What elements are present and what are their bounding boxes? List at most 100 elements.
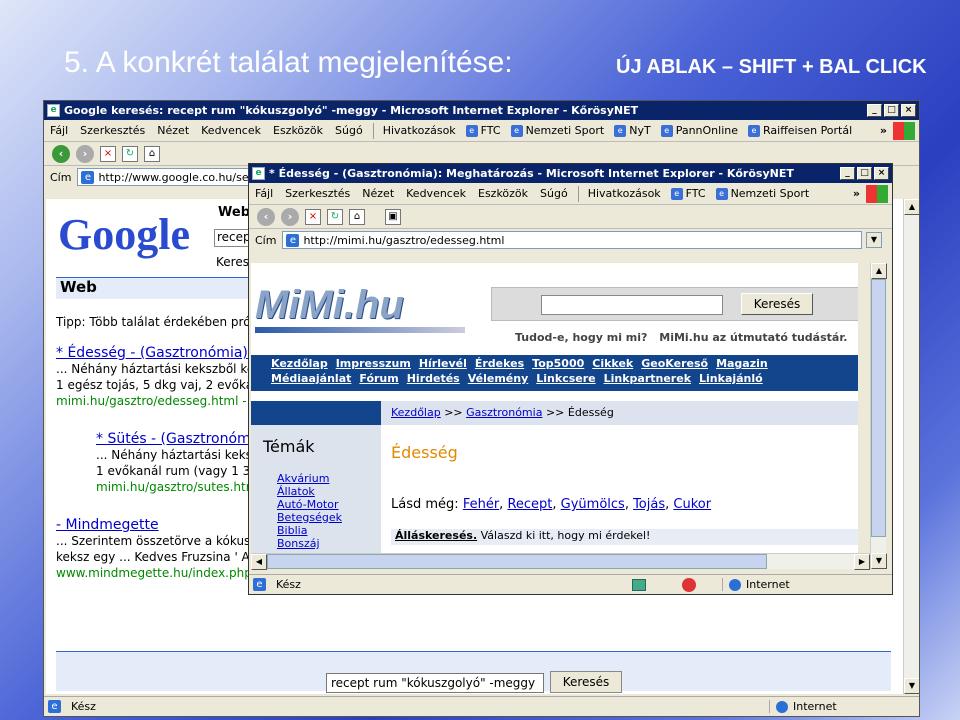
link-nemzeti-sport[interactable]: e Nemzeti Sport <box>506 124 610 137</box>
result-1: * Édesség - (Gasztronómia) ... Néhány há… <box>56 345 258 409</box>
front-vertical-scrollbar[interactable]: ▲ ▼ <box>870 263 887 569</box>
scroll-down-arrow-icon[interactable]: ▼ <box>904 678 919 694</box>
see-also-link[interactable]: Tojás <box>633 497 665 512</box>
maximize-button[interactable]: □ <box>857 167 872 180</box>
forward-arrow-icon[interactable]: › <box>76 144 94 163</box>
nav-link[interactable]: GeoKereső <box>641 357 708 370</box>
result-title-link[interactable]: - Mindmegette <box>56 517 258 533</box>
back-title-bar[interactable]: e Google keresés: recept rum "kókuszgoly… <box>44 101 919 120</box>
close-button[interactable]: × <box>874 167 889 180</box>
breadcrumb-link[interactable]: Gasztronómia <box>466 406 542 419</box>
ie-window-icon: e <box>47 104 60 117</box>
scroll-up-arrow-icon[interactable]: ▲ <box>904 199 919 215</box>
bottom-search-button[interactable]: Keresés <box>550 671 622 693</box>
link-pannonline[interactable]: e PannOnline <box>656 124 743 137</box>
front-horizontal-scrollbar[interactable]: ◀ ▶ <box>251 553 870 570</box>
scroll-right-arrow-icon[interactable]: ▶ <box>854 554 870 570</box>
front-title-bar[interactable]: e * Édesség - (Gasztronómia): Meghatároz… <box>249 164 892 183</box>
home-icon[interactable]: ⌂ <box>144 145 160 162</box>
result-title-link[interactable]: * Édesség - (Gasztronómia) <box>56 345 258 361</box>
mimi-logo-text: MiMi.hu <box>255 283 404 327</box>
menu-favorites[interactable]: Kedvencek <box>400 187 472 200</box>
stop-icon[interactable]: × <box>305 208 321 225</box>
forward-arrow-icon[interactable]: › <box>281 207 299 226</box>
menu-view[interactable]: Nézet <box>151 124 195 137</box>
minimize-button[interactable]: _ <box>867 104 882 117</box>
nav-link[interactable]: Érdekes <box>475 357 524 370</box>
back-arrow-icon[interactable]: ‹ <box>52 144 70 163</box>
h-scroll-thumb[interactable] <box>267 554 767 569</box>
links-label[interactable]: Hivatkozások <box>378 124 461 137</box>
nav-link[interactable]: Fórum <box>359 372 398 385</box>
nav-link[interactable]: Cikkek <box>592 357 633 370</box>
nav-link[interactable]: Hírlevél <box>419 357 467 370</box>
chevron-more-icon[interactable]: » <box>847 187 866 200</box>
menu-view[interactable]: Nézet <box>356 187 400 200</box>
back-arrow-icon[interactable]: ‹ <box>257 207 275 226</box>
home-icon[interactable]: ⌂ <box>349 208 365 225</box>
mimi-search-input[interactable] <box>541 295 723 315</box>
link-ftc[interactable]: e FTC <box>461 124 506 137</box>
menu-tools[interactable]: Eszközök <box>472 187 534 200</box>
refresh-icon[interactable]: ↻ <box>122 145 138 162</box>
mimi-search-button[interactable]: Keresés <box>741 293 813 315</box>
see-also-link[interactable]: Cukor <box>673 497 711 512</box>
sidebar-link[interactable]: Állatok <box>277 485 381 498</box>
sidebar-link[interactable]: Betegségek <box>277 511 381 524</box>
link-nyt[interactable]: e NyT <box>609 124 655 137</box>
nav-link[interactable]: Médiaajánlat <box>271 372 351 385</box>
refresh-icon[interactable]: ↻ <box>327 208 343 225</box>
nav-link[interactable]: Hirdetés <box>407 372 460 385</box>
breadcrumb-link[interactable]: Kezdőlap <box>391 406 441 419</box>
address-input[interactable]: e http://www.google.co.hu/searc <box>77 168 254 186</box>
google-logo[interactable]: Google <box>58 209 190 260</box>
google-web-tab[interactable]: Web <box>218 205 250 220</box>
link-nemzeti-sport[interactable]: e Nemzeti Sport <box>711 187 815 200</box>
address-dropdown-icon[interactable]: ▼ <box>866 232 882 248</box>
menu-file[interactable]: Fájl <box>249 187 279 200</box>
nav-link[interactable]: Linkpartnerek <box>604 372 691 385</box>
links-label[interactable]: Hivatkozások <box>583 187 666 200</box>
scroll-down-arrow-icon[interactable]: ▼ <box>871 553 887 569</box>
bottom-search-input[interactable]: recept rum "kókuszgolyó" -meggy <box>326 673 544 693</box>
chevron-more-icon[interactable]: » <box>874 124 893 137</box>
result-title-link[interactable]: * Sütés - (Gasztronóm <box>96 431 262 447</box>
nav-link[interactable]: Top5000 <box>532 357 584 370</box>
back-vertical-scrollbar[interactable]: ▲ ▼ <box>903 199 919 694</box>
nav-link[interactable]: Linkajánló <box>699 372 763 385</box>
nav-link[interactable]: Kezdőlap <box>271 357 328 370</box>
nav-link[interactable]: Vélemény <box>468 372 529 385</box>
menu-edit[interactable]: Szerkesztés <box>279 187 356 200</box>
front-browser-window[interactable]: e * Édesség - (Gasztronómia): Meghatároz… <box>248 163 893 595</box>
link-ftc[interactable]: e FTC <box>666 187 711 200</box>
menu-help[interactable]: Súgó <box>329 124 369 137</box>
nav-link[interactable]: Impresszum <box>336 357 411 370</box>
stop-icon[interactable]: × <box>100 145 116 162</box>
nav-link[interactable]: Linkcsere <box>536 372 595 385</box>
menu-file[interactable]: Fájl <box>44 124 74 137</box>
link-raiffeisen[interactable]: e Raiffeisen Portál <box>743 124 857 137</box>
scroll-up-arrow-icon[interactable]: ▲ <box>871 263 887 279</box>
sidebar-link[interactable]: Biblia <box>277 524 381 537</box>
see-also-link[interactable]: Gyümölcs <box>561 497 625 512</box>
media-icon[interactable]: ▣ <box>385 208 401 225</box>
address-input[interactable]: e http://mimi.hu/gasztro/edesseg.html <box>282 231 862 249</box>
sidebar-link[interactable]: Autó-Motor <box>277 498 381 511</box>
nav-link[interactable]: Magazin <box>716 357 768 370</box>
minimize-button[interactable]: _ <box>840 167 855 180</box>
menu-help[interactable]: Súgó <box>534 187 574 200</box>
menu-tools[interactable]: Eszközök <box>267 124 329 137</box>
menu-favorites[interactable]: Kedvencek <box>195 124 267 137</box>
close-button[interactable]: × <box>901 104 916 117</box>
scroll-left-arrow-icon[interactable]: ◀ <box>251 554 267 570</box>
mimi-logo[interactable]: MiMi.hu <box>255 283 470 339</box>
see-also-link[interactable]: Fehér <box>463 497 499 512</box>
see-also-link[interactable]: Recept <box>507 497 552 512</box>
google-search-button[interactable]: Keres <box>216 255 249 269</box>
job-banner[interactable]: Álláskeresés. Válaszd ki itt, hogy mi ér… <box>391 529 858 545</box>
scroll-thumb[interactable] <box>871 279 886 537</box>
maximize-button[interactable]: □ <box>884 104 899 117</box>
sidebar-link[interactable]: Akvárium <box>277 472 381 485</box>
menu-edit[interactable]: Szerkesztés <box>74 124 151 137</box>
sidebar-link[interactable]: Bonszáj <box>277 537 381 550</box>
